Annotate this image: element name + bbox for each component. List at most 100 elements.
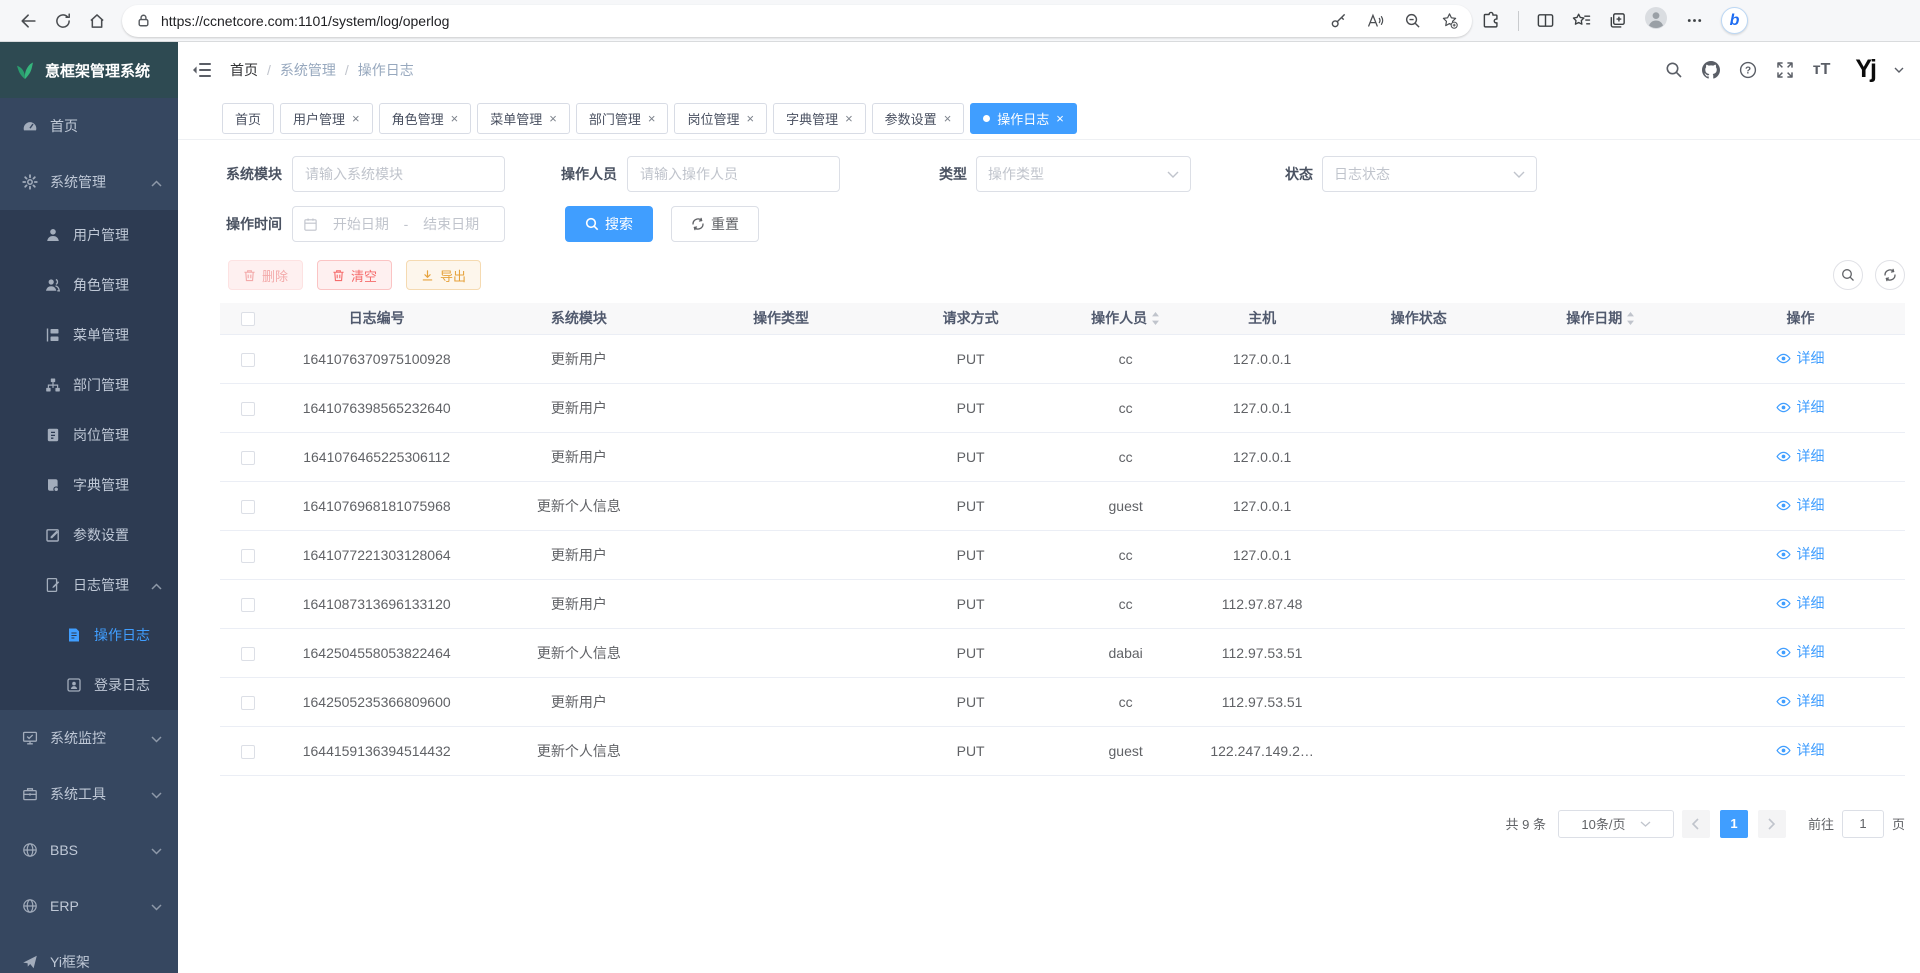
bing-copilot-icon[interactable]: b [1721,7,1748,34]
sidebar-item-dict-mgmt[interactable]: 字典管理 [0,460,178,510]
tab-dept-mgmt[interactable]: 部门管理× [576,103,669,134]
status-select[interactable]: 日志状态 [1322,156,1537,192]
collections-icon[interactable] [1608,11,1627,30]
row-checkbox[interactable] [241,451,255,465]
search-button[interactable]: 搜索 [565,206,653,242]
detail-link[interactable]: 详细 [1776,740,1824,760]
table-search-button[interactable] [1833,260,1863,290]
reset-button[interactable]: 重置 [671,206,759,242]
back-button[interactable] [12,4,46,38]
tab-menu-mgmt[interactable]: 菜单管理× [477,103,570,134]
row-checkbox[interactable] [241,647,255,661]
sidebar-item-home[interactable]: 首页 [0,98,178,154]
detail-link[interactable]: 详细 [1776,397,1824,417]
tab-home[interactable]: 首页 [222,103,274,134]
tab-user-mgmt[interactable]: 用户管理× [280,103,373,134]
sidebar-item-role-mgmt[interactable]: 角色管理 [0,260,178,310]
close-icon[interactable]: × [1056,112,1064,125]
dropdown-caret-icon[interactable] [1894,67,1904,73]
refresh-button[interactable] [46,4,80,38]
sidebar-item-dept-mgmt[interactable]: 部门管理 [0,360,178,410]
fullscreen-icon[interactable] [1776,61,1794,79]
close-icon[interactable]: × [451,112,459,125]
detail-link[interactable]: 详细 [1776,446,1824,466]
row-checkbox[interactable] [241,500,255,514]
sidebar-item-menu-mgmt[interactable]: 菜单管理 [0,310,178,360]
row-checkbox[interactable] [241,402,255,416]
sidebar-item-oper-log[interactable]: 操作日志 [0,610,178,660]
detail-link[interactable]: 详细 [1776,593,1824,613]
date-range-input[interactable]: 开始日期 - 结束日期 [292,206,505,242]
header-oper-date[interactable]: 操作日期 [1506,303,1696,334]
sort-icon[interactable] [1626,312,1635,325]
search-icon[interactable] [1665,61,1683,79]
home-button[interactable] [80,4,114,38]
help-icon[interactable]: ? [1739,61,1757,79]
sort-icon[interactable] [1151,312,1160,325]
table-refresh-button[interactable] [1875,260,1905,290]
add-favorite-star-icon[interactable] [1441,12,1458,29]
read-aloud-icon[interactable] [1367,12,1384,29]
address-bar[interactable]: https://ccnetcore.com:1101/system/log/op… [122,5,1472,37]
close-icon[interactable]: × [944,112,952,125]
sidebar-item-login-log[interactable]: 登录日志 [0,660,178,710]
export-button[interactable]: 导出 [406,260,481,290]
sidebar-item-log-mgmt[interactable]: 日志管理 [0,560,178,610]
detail-link[interactable]: 详细 [1776,348,1824,368]
sidebar-item-system-mgmt[interactable]: 系统管理 [0,154,178,210]
tab-dict-mgmt[interactable]: 字典管理× [773,103,866,134]
tab-oper-log[interactable]: 操作日志× [970,103,1077,134]
tab-post-mgmt[interactable]: 岗位管理× [674,103,767,134]
select-all-checkbox[interactable] [241,312,255,326]
sidebar-item-param-settings[interactable]: 参数设置 [0,510,178,560]
sidebar-toggle[interactable] [186,55,218,85]
sidebar-item-system-monitor[interactable]: 系统监控 [0,710,178,766]
close-icon[interactable]: × [648,112,656,125]
next-page-button[interactable] [1758,810,1786,838]
row-checkbox[interactable] [241,549,255,563]
page-1-button[interactable]: 1 [1720,810,1748,838]
row-checkbox[interactable] [241,745,255,759]
header-operator[interactable]: 操作人员 [1059,303,1192,334]
extensions-puzzle-icon[interactable] [1482,11,1501,30]
breadcrumb-home[interactable]: 首页 [230,60,258,80]
row-checkbox[interactable] [241,353,255,367]
operator-input[interactable] [627,156,840,192]
page-size-select[interactable]: 10条/页 [1558,810,1674,838]
close-icon[interactable]: × [352,112,360,125]
url-text[interactable]: https://ccnetcore.com:1101/system/log/op… [161,13,1330,29]
goto-page-input[interactable] [1842,810,1884,838]
delete-button[interactable]: 删除 [228,260,303,290]
sidebar-item-user-mgmt[interactable]: 用户管理 [0,210,178,260]
zoom-out-icon[interactable] [1404,12,1421,29]
tab-param-settings[interactable]: 参数设置× [872,103,965,134]
more-ellipsis-icon[interactable] [1685,11,1704,30]
sidebar-item-erp[interactable]: ERP [0,878,178,934]
split-screen-icon[interactable] [1536,11,1555,30]
close-icon[interactable]: × [845,112,853,125]
favorites-icon[interactable] [1572,11,1591,30]
detail-link[interactable]: 详细 [1776,544,1824,564]
row-checkbox[interactable] [241,598,255,612]
type-select[interactable]: 操作类型 [976,156,1191,192]
close-icon[interactable]: × [549,112,557,125]
module-input[interactable] [292,156,505,192]
tab-role-mgmt[interactable]: 角色管理× [379,103,472,134]
sidebar-item-bbs[interactable]: BBS [0,822,178,878]
password-key-icon[interactable] [1330,12,1347,29]
sidebar-item-system-tools[interactable]: 系统工具 [0,766,178,822]
user-logo[interactable]: Yj [1855,55,1875,84]
row-checkbox[interactable] [241,696,255,710]
browser-profile-avatar[interactable] [1644,6,1668,35]
detail-link[interactable]: 详细 [1776,691,1824,711]
sidebar-item-yi-framework[interactable]: Yi框架 [0,934,178,973]
font-size-icon[interactable]: тT [1813,61,1831,79]
detail-link[interactable]: 详细 [1776,495,1824,515]
clear-button[interactable]: 清空 [317,260,392,290]
sidebar-item-post-mgmt[interactable]: 岗位管理 [0,410,178,460]
detail-link[interactable]: 详细 [1776,642,1824,662]
close-icon[interactable]: × [746,112,754,125]
search-icon [585,217,599,231]
github-icon[interactable] [1702,61,1720,79]
prev-page-button[interactable] [1682,810,1710,838]
